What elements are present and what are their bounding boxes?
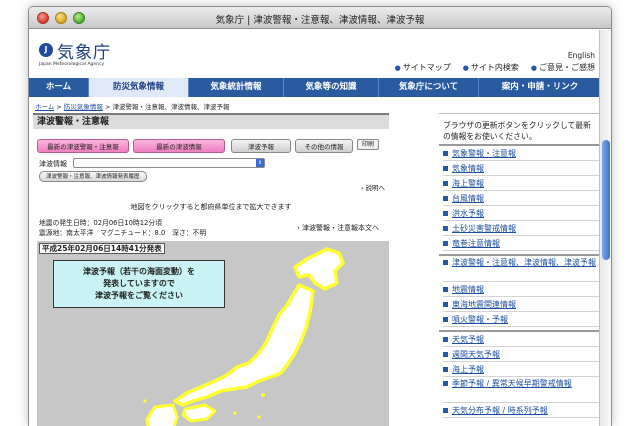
nav-knowledge[interactable]: 気象等の知識 [284, 78, 379, 97]
kyushu-land [145, 403, 179, 426]
sidebar-item[interactable]: 噴火警報・予報 [443, 312, 599, 327]
title-bar: 気象庁 | 津波警報・注意報、津波情報、津波予報 [29, 7, 611, 29]
sidebar-item[interactable]: 海上警報 [443, 176, 599, 191]
sidebar-item[interactable]: 津波警報・注意報、津波情報、津波予報 [443, 256, 599, 282]
window-title: 気象庁 | 津波警報・注意報、津波情報、津波予報 [215, 15, 425, 26]
square-bullet-icon [443, 337, 448, 342]
notice-line: 津波予報をご覧ください [95, 291, 183, 300]
square-bullet-icon [443, 408, 448, 413]
island [257, 415, 261, 419]
full-text-link[interactable]: › 津波警報・注意報本文へ [297, 223, 379, 233]
square-bullet-icon [443, 196, 448, 201]
forecast-button[interactable]: 津波予報 [231, 139, 291, 153]
square-bullet-icon [443, 241, 448, 246]
square-bullet-icon [443, 287, 448, 292]
history-button[interactable]: 津波警報・注意報、津波情報発表履歴 [39, 171, 147, 182]
square-bullet-icon [443, 211, 448, 216]
square-bullet-icon [443, 226, 448, 231]
latest-info-button[interactable]: 最新の津波情報 [133, 139, 225, 153]
map-instruction: 地図をクリックすると都府県単位まで拡大できます [130, 203, 292, 211]
shikoku-land [181, 403, 217, 423]
square-bullet-icon [443, 352, 448, 357]
site-logo-english: Japan Meteorological Agency [39, 62, 105, 67]
nav-about[interactable]: 気象庁について [379, 78, 479, 97]
island [143, 399, 147, 403]
square-bullet-icon [443, 151, 448, 156]
sidebar-item[interactable]: 季節予報 / 異常天候早期警戒情報 [443, 377, 599, 403]
browser-window: 気象庁 | 津波警報・注意報、津波情報、津波予報 J 気象庁 Japan Met… [28, 6, 612, 426]
header-link-sitemap[interactable]: ● サイトマップ [395, 62, 451, 73]
square-bullet-icon [443, 302, 448, 307]
sidebar-item[interactable]: 気象警報・注意報 [443, 146, 599, 161]
sidebar-item[interactable]: 東海地震関連情報 [443, 297, 599, 312]
earthquake-time: 地震の発生日時：02月06日10時12分頃 [39, 219, 162, 227]
sidebar-group-weather-warnings: 気象警報・注意報 気象情報 海上警報 台風情報 洪水予報 土砂災害警戒情報 竜巻… [439, 144, 599, 251]
explain-link[interactable]: › 説明へ [361, 182, 385, 192]
tsunami-map[interactable]: 平成25年02月06日14時41分発表 津波予報（若干の海面変動）を 発表してい… [37, 241, 389, 426]
header-link-search[interactable]: ● サイト内検索 [463, 62, 519, 73]
bullet-icon: ● [394, 64, 401, 72]
square-bullet-icon [443, 381, 448, 386]
page-title: 津波警報・注意報 [33, 113, 389, 129]
square-bullet-icon [443, 367, 448, 372]
island [261, 393, 265, 397]
sidebar-item[interactable]: 洪水予報 [443, 206, 599, 221]
nav-home[interactable]: ホーム [29, 78, 89, 97]
select-arrow-icon: ⇕ [256, 159, 264, 167]
square-bullet-icon [443, 181, 448, 186]
nav-guide[interactable]: 案内・申請・リンク [479, 78, 601, 97]
latest-warning-button[interactable]: 最新の津波警報・注意報 [37, 139, 129, 153]
bullet-icon: ● [530, 64, 537, 72]
forecast-notice[interactable]: 津波予報（若干の海面変動）を 発表していますので 津波予報をご覧ください [53, 260, 225, 308]
island [233, 411, 237, 415]
earthquake-source: 震源地：南太平洋 マグニチュード：8.0 深さ：不明 [39, 229, 207, 237]
sidebar-item[interactable]: 気象情報 [443, 161, 599, 176]
breadcrumb-home[interactable]: ホーム [35, 103, 54, 111]
sidebar-item[interactable]: 竜巻注意情報 [443, 236, 599, 251]
breadcrumb-separator: > [54, 103, 64, 111]
sidebar-item[interactable]: 地震情報 [443, 282, 599, 297]
notice-line: 発表していますので [103, 279, 175, 288]
site-header: J 気象庁 Japan Meteorological Agency Englis… [29, 30, 601, 78]
breadcrumb-separator: > [102, 103, 113, 111]
breadcrumb-parent[interactable]: 防災気象情報 [64, 103, 103, 111]
nav-statistics[interactable]: 気象統計情報 [189, 78, 284, 97]
sidebar-group-tsunami-earthquake: 津波警報・注意報、津波情報、津波予報 地震情報 東海地震関連情報 噴火警報・予報 [439, 254, 599, 327]
sidebar: ブラウザの更新ボタンをクリックして最新の情報をお使いください。 気象警報・注意報… [439, 113, 599, 426]
sidebar-item[interactable]: 台風情報 [443, 191, 599, 206]
jma-logo-icon[interactable]: J [39, 43, 53, 57]
vertical-scrollbar[interactable] [599, 30, 611, 426]
earthquake-info: 地震の発生日時：02月06日10時12分頃 震源地：南太平洋 マグニチュード：8… [39, 218, 206, 238]
sidebar-item[interactable]: 天気予報 [443, 332, 599, 347]
notice-line: 津波予報（若干の海面変動）を [83, 267, 195, 276]
other-info-button[interactable]: その他の情報 [295, 139, 353, 153]
square-bullet-icon [443, 260, 448, 265]
main-content: 津波警報・注意報 最新の津波警報・注意報 最新の津波情報 津波予報 その他の情報… [33, 113, 389, 426]
english-link[interactable]: English [568, 51, 595, 60]
main-navigation: ホーム 防災気象情報 気象統計情報 気象等の知識 気象庁について 案内・申請・リ… [29, 78, 601, 97]
sidebar-item[interactable]: 土砂災害警戒情報 [443, 221, 599, 236]
breadcrumb: ホーム > 防災気象情報 > 津波警報・注意報、津波情報、津波予報 [35, 101, 230, 111]
issue-timestamp: 平成25年02月06日14時41分発表 [39, 243, 165, 254]
tsunami-info-select[interactable]: ⇕ [73, 158, 265, 168]
hokkaido-land [293, 247, 345, 291]
square-bullet-icon [443, 166, 448, 171]
square-bullet-icon [443, 317, 448, 322]
nav-disaster-info[interactable]: 防災気象情報 [89, 78, 189, 97]
breadcrumb-current: 津波警報・注意報、津波情報、津波予報 [112, 103, 230, 111]
print-button[interactable]: 印刷 [357, 139, 379, 150]
sidebar-item[interactable]: 海上予報 [443, 362, 599, 377]
sidebar-item[interactable]: 週間天気予報 [443, 347, 599, 362]
header-links: ● サイトマップ ● サイト内検索 ● ご意見・ご感想 [395, 62, 595, 73]
bullet-icon: ● [462, 64, 469, 72]
scrollbar-thumb[interactable] [602, 140, 610, 260]
sidebar-item[interactable]: 天気分布予報 / 時系列予報 [443, 403, 599, 418]
site-logo-text[interactable]: 気象庁 [57, 38, 111, 63]
tsunami-info-label: 津波情報 [39, 160, 67, 168]
sidebar-group-forecast: 天気予報 週間天気予報 海上予報 季節予報 / 異常天候早期警戒情報 天気分布予… [439, 330, 599, 418]
sidebar-intro: ブラウザの更新ボタンをクリックして最新の情報をお使いください。 [439, 113, 599, 144]
header-link-feedback[interactable]: ● ご意見・ご感想 [531, 62, 595, 73]
